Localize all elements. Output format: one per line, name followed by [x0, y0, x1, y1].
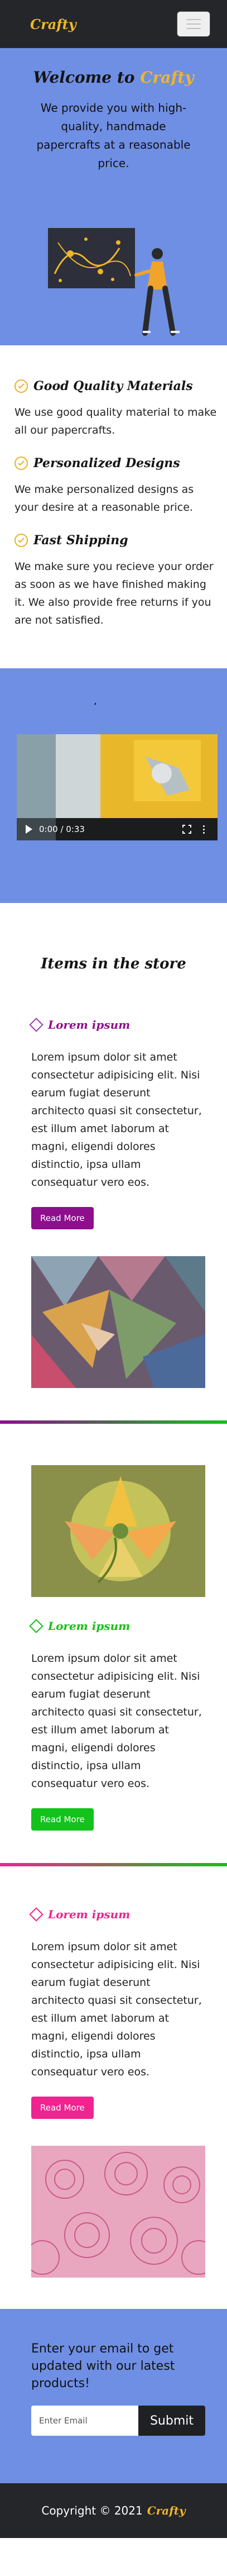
diamond-icon	[29, 1907, 44, 1922]
hero-illustration	[48, 228, 180, 336]
more-options-icon[interactable]	[199, 825, 209, 834]
feature-title: Good Quality Materials	[33, 379, 193, 393]
item-text: Lorem ipsum dolor sit amet consectetur a…	[31, 1652, 202, 1790]
video-player[interactable]: 0:00 / 0:33	[17, 734, 218, 840]
item-text: Lorem ipsum dolor sit amet consectetur a…	[31, 1051, 202, 1189]
item-image	[31, 1465, 205, 1597]
item-title: Lorem ipsum	[48, 1908, 131, 1921]
item-image	[31, 2146, 205, 2278]
footer: Copyright © 2021 Crafty	[0, 2483, 227, 2538]
hamburger-icon	[186, 19, 201, 20]
item-title: Lorem ipsum	[48, 1619, 131, 1633]
feature-text: We make sure you recieve your order as s…	[15, 560, 214, 626]
footer-brand: Crafty	[147, 2504, 186, 2517]
feature-title: Fast Shipping	[33, 533, 128, 548]
section-divider	[0, 1420, 227, 1424]
feature-text: We use good quality material to make all…	[15, 406, 217, 436]
store-title: Items in the store	[41, 956, 186, 972]
item-title: Lorem ipsum	[48, 1018, 131, 1032]
section-divider	[0, 1863, 227, 1866]
store-item: Lorem ipsum Lorem ipsum dolor sit amet c…	[0, 1619, 227, 1831]
video-caption: ,	[94, 695, 97, 707]
item-text: Lorem ipsum dolor sit amet consectetur a…	[31, 1941, 202, 2078]
store-section: Items in the store Lorem ipsum Lorem ips…	[0, 903, 227, 2278]
diamond-icon	[29, 1018, 44, 1032]
menu-toggle-button[interactable]	[177, 11, 210, 37]
feature-item: Good Quality Materials We use good quali…	[15, 379, 217, 439]
check-circle-icon	[15, 379, 28, 393]
fullscreen-icon[interactable]	[182, 825, 192, 834]
store-item: Lorem ipsum Lorem ipsum dolor sit amet c…	[0, 1018, 227, 1229]
submit-button[interactable]: Submit	[138, 2406, 205, 2436]
navbar: Crafty	[0, 0, 227, 48]
read-more-button[interactable]: Read More	[31, 1207, 94, 1229]
play-icon[interactable]	[26, 825, 32, 834]
brand-logo[interactable]: Crafty	[30, 16, 76, 32]
hero-title: Welcome to Crafty	[33, 68, 194, 87]
feature-item: Personalized Designs We make personalize…	[15, 456, 217, 516]
check-circle-icon	[15, 457, 28, 470]
video-time: 0:00 / 0:33	[39, 824, 85, 834]
newsletter-form: Submit	[31, 2406, 227, 2436]
features-section: Good Quality Materials We use good quali…	[0, 345, 227, 668]
item-image	[31, 1256, 205, 1388]
newsletter-section: Enter your email to get updated with our…	[0, 2309, 227, 2483]
hero-text: We provide you with high-quality, handma…	[36, 101, 191, 170]
copyright-text: Copyright © 2021	[41, 2504, 143, 2517]
video-section: , 0:00 / 0:33	[0, 668, 227, 903]
diamond-icon	[29, 1619, 44, 1633]
feature-text: We make personalized designs as your des…	[15, 483, 194, 514]
feature-item: Fast Shipping We make sure you recieve y…	[15, 533, 217, 629]
feature-title: Personalized Designs	[33, 456, 180, 470]
newsletter-text: Enter your email to get updated with our…	[31, 2342, 175, 2390]
store-item: Lorem ipsum Lorem ipsum dolor sit amet c…	[0, 1907, 227, 2119]
video-controls: 0:00 / 0:33	[17, 818, 218, 840]
read-more-button[interactable]: Read More	[31, 1808, 94, 1831]
check-circle-icon	[15, 534, 28, 547]
hero-section: Welcome to Crafty We provide you with hi…	[0, 48, 227, 345]
email-input[interactable]	[31, 2406, 138, 2436]
read-more-button[interactable]: Read More	[31, 2097, 94, 2119]
